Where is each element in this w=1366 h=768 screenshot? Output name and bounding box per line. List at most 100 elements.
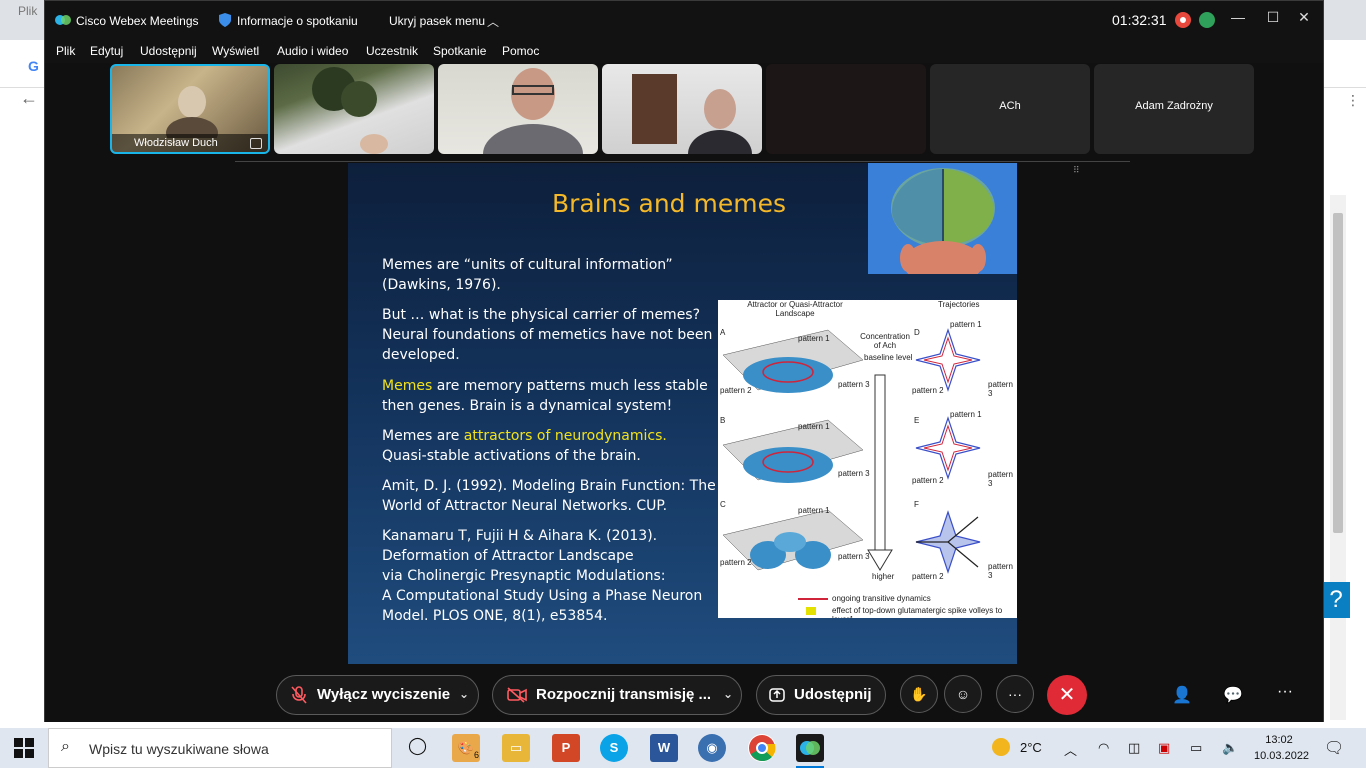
reactions-button[interactable]: ☺ bbox=[944, 675, 982, 713]
participants-icon[interactable]: 👤 bbox=[1172, 685, 1192, 705]
word-icon[interactable]: W bbox=[650, 734, 678, 762]
weather-icon[interactable] bbox=[992, 738, 1010, 756]
menu-spotkanie[interactable]: Spotkanie bbox=[433, 44, 486, 58]
app-tray-icon[interactable]: ▣ bbox=[1158, 740, 1170, 756]
back-arrow-icon[interactable]: ← bbox=[20, 88, 38, 109]
taskbar-search[interactable]: ⌕ Wpisz tu wyszukiwane słowa bbox=[48, 728, 392, 768]
pattern-label: pattern 3 bbox=[838, 552, 870, 561]
menu-pomoc[interactable]: Pomoc bbox=[502, 44, 539, 58]
notifications-icon[interactable]: 🗨 bbox=[1324, 738, 1344, 758]
participant-name: ACh bbox=[999, 100, 1021, 112]
camera-icon[interactable]: ◫ bbox=[1128, 740, 1140, 756]
menu-uczestnik[interactable]: Uczestnik bbox=[366, 44, 418, 58]
chat-icon[interactable]: 💬 bbox=[1223, 685, 1243, 705]
battery-icon[interactable]: ▭ bbox=[1190, 740, 1202, 756]
panel-label-d: D bbox=[914, 328, 920, 337]
panel-label-e: E bbox=[914, 416, 920, 425]
menu-edytuj[interactable]: Edytuj bbox=[90, 44, 123, 58]
help-icon[interactable]: ? bbox=[1322, 582, 1350, 618]
participant-tile[interactable] bbox=[602, 64, 762, 154]
close-icon[interactable]: ✕ bbox=[1294, 9, 1314, 26]
unmute-button[interactable]: Wyłącz wyciszenie ⌄ bbox=[276, 675, 479, 715]
meeting-timer: 01:32:31 bbox=[1112, 12, 1167, 28]
webex-window: Cisco Webex Meetings Informacje o spotka… bbox=[44, 0, 1324, 722]
app-icon-globe[interactable]: ◉ bbox=[698, 734, 726, 762]
highlight-text: Memes bbox=[382, 378, 433, 394]
panel-label-a: A bbox=[720, 328, 726, 337]
minimize-icon[interactable]: — bbox=[1228, 9, 1248, 25]
participant-tile[interactable]: Adam Zadrożny bbox=[1094, 64, 1254, 154]
legend-swatch-arrow bbox=[806, 607, 816, 615]
citation-line: Model. PLOS ONE, 8(1), e53854. bbox=[382, 608, 608, 624]
wifi-icon[interactable]: ◠ bbox=[1098, 740, 1109, 756]
attractor-figure: Attractor or Quasi-Attractor Landscape T… bbox=[718, 300, 1017, 618]
emoji-icon: ☺ bbox=[955, 686, 971, 702]
chevron-down-icon[interactable]: ⌄ bbox=[723, 687, 733, 701]
participant-tile[interactable] bbox=[766, 64, 926, 154]
pattern-label: pattern 2 bbox=[912, 572, 944, 581]
skype-icon[interactable]: S bbox=[600, 734, 628, 762]
participant-video bbox=[632, 74, 752, 154]
app-name: Cisco Webex Meetings bbox=[76, 14, 199, 28]
resize-handle-icon[interactable]: ⠿ bbox=[1073, 165, 1080, 176]
file-explorer-icon[interactable]: ▭ bbox=[502, 734, 530, 762]
windows-start-icon[interactable] bbox=[14, 738, 34, 758]
powerpoint-icon[interactable]: P bbox=[552, 734, 580, 762]
participant-name: Włodzisław Duch bbox=[112, 134, 268, 152]
paragraph-text: Quasi-stable activations of the brain. bbox=[382, 448, 641, 464]
share-button[interactable]: Udostępnij bbox=[756, 675, 886, 715]
raise-hand-button[interactable]: ✋ bbox=[900, 675, 938, 713]
pattern-label: pattern 3 bbox=[988, 562, 1013, 580]
browser-tab-label[interactable]: Plik bbox=[18, 4, 37, 18]
pattern-label: pattern 3 bbox=[838, 380, 870, 389]
recording-icon[interactable] bbox=[1175, 12, 1191, 28]
participant-video bbox=[312, 67, 388, 154]
start-video-button[interactable]: Rozpocznij transmisję ... ⌄ bbox=[492, 675, 742, 715]
participant-tile[interactable]: ACh bbox=[930, 64, 1090, 154]
more-vert-icon[interactable]: ⋮ bbox=[1346, 92, 1360, 109]
leave-meeting-button[interactable]: ✕ bbox=[1047, 675, 1087, 715]
more-panels-icon[interactable]: ··· bbox=[1277, 683, 1293, 701]
hide-menu-bar-button[interactable]: Ukryj pasek menu bbox=[389, 14, 485, 28]
concentration-label: Concentration of Ach bbox=[860, 332, 910, 350]
menu-wyswietl[interactable]: Wyświetl bbox=[212, 44, 259, 58]
panel-label-c: C bbox=[720, 500, 726, 509]
pattern-label: pattern 2 bbox=[720, 558, 752, 567]
system-clock[interactable]: 13:02 10.03.2022 bbox=[1254, 732, 1310, 764]
share-label: Udostępnij bbox=[794, 686, 872, 703]
menu-plik[interactable]: Plik bbox=[56, 44, 75, 58]
muted-microphone-icon bbox=[291, 686, 307, 704]
meeting-info-link[interactable]: Informacje o spotkaniu bbox=[237, 14, 358, 28]
unmute-label: Wyłącz wyciszenie bbox=[317, 686, 451, 703]
search-input[interactable]: Wpisz tu wyszukiwane słowa bbox=[89, 741, 269, 757]
clock-date: 10.03.2022 bbox=[1254, 750, 1310, 762]
chevron-up-icon[interactable]: ︿ bbox=[1064, 740, 1077, 759]
slide-paragraph: Memes are attractors of neurodynamics. Qu… bbox=[382, 426, 717, 466]
chevron-up-icon[interactable]: ︿ bbox=[487, 13, 499, 30]
pattern-label: pattern 1 bbox=[798, 422, 830, 431]
trajectory-d bbox=[915, 328, 981, 392]
browser-scrollbar[interactable] bbox=[1330, 195, 1346, 720]
volume-icon[interactable]: 🔈 bbox=[1222, 740, 1238, 756]
chrome-icon[interactable] bbox=[748, 734, 776, 762]
maximize-icon[interactable]: ☐ bbox=[1263, 9, 1283, 26]
webex-taskbar-icon[interactable] bbox=[796, 734, 824, 768]
chrome-logo bbox=[749, 735, 776, 762]
meeting-toolbar: Wyłącz wyciszenie ⌄ Rozpocznij transmisj… bbox=[45, 665, 1323, 722]
participant-tile[interactable]: Włodzisław Duch bbox=[110, 64, 270, 154]
participant-tile[interactable] bbox=[438, 64, 598, 154]
network-stats-icon[interactable] bbox=[1199, 12, 1215, 28]
pattern-label: pattern 2 bbox=[720, 386, 752, 395]
more-options-button[interactable]: ··· bbox=[996, 675, 1034, 713]
temperature-text[interactable]: 2°C bbox=[1020, 740, 1042, 755]
webex-logo-icon bbox=[55, 15, 71, 25]
search-icon: ⌕ bbox=[61, 738, 70, 755]
task-view-icon[interactable]: ◯ bbox=[408, 736, 427, 756]
close-icon: ✕ bbox=[1058, 684, 1076, 706]
chevron-down-icon[interactable]: ⌄ bbox=[459, 687, 469, 701]
scrollbar-thumb[interactable] bbox=[1333, 213, 1343, 533]
menu-udostepnij[interactable]: Udostępnij bbox=[140, 44, 197, 58]
menu-audio-wideo[interactable]: Audio i wideo bbox=[277, 44, 348, 58]
participant-tile[interactable] bbox=[274, 64, 434, 154]
participant-strip: Włodzisław Duch ACh Adam Zadrożny bbox=[45, 63, 1323, 159]
